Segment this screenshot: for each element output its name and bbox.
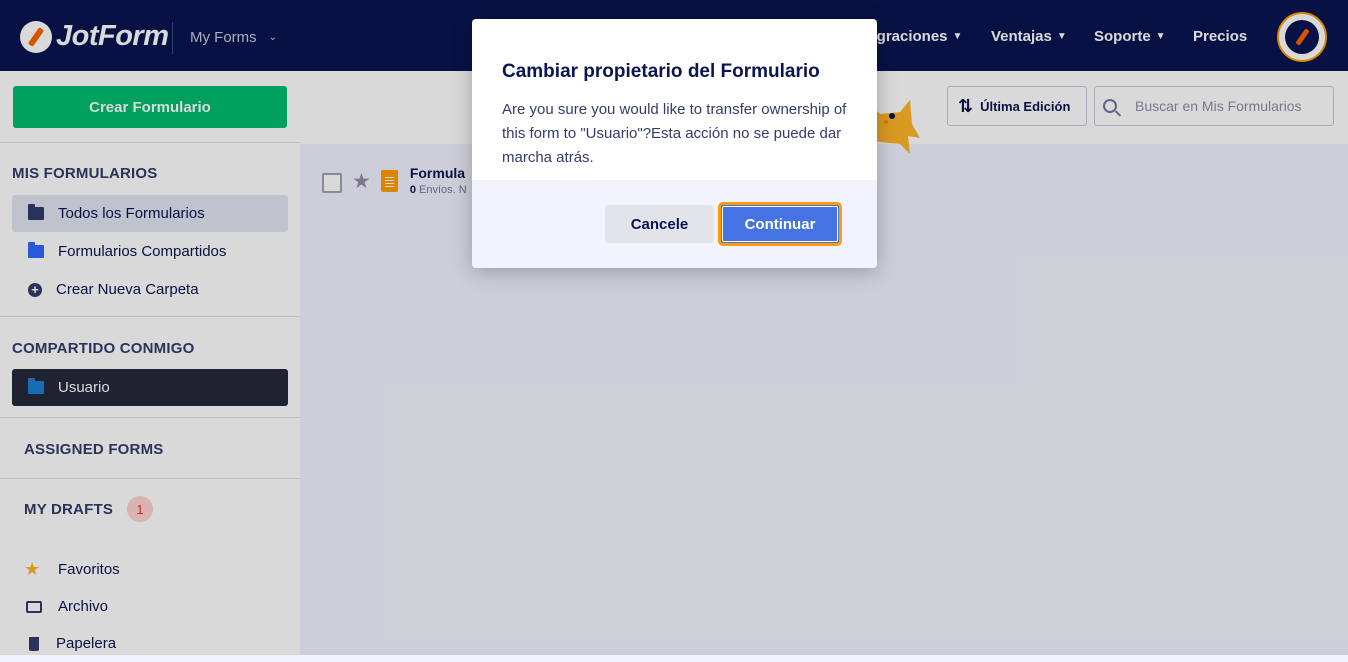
cancel-button[interactable]: Cancele xyxy=(605,205,714,243)
transfer-ownership-dialog: Cambiar propietario del Formulario Are y… xyxy=(472,19,877,268)
continue-button[interactable]: Continuar xyxy=(718,202,842,246)
continue-label: Continuar xyxy=(744,215,816,233)
dialog-title: Cambiar propietario del Formulario xyxy=(502,61,820,82)
dialog-message: Are you sure you would like to transfer … xyxy=(502,101,847,166)
